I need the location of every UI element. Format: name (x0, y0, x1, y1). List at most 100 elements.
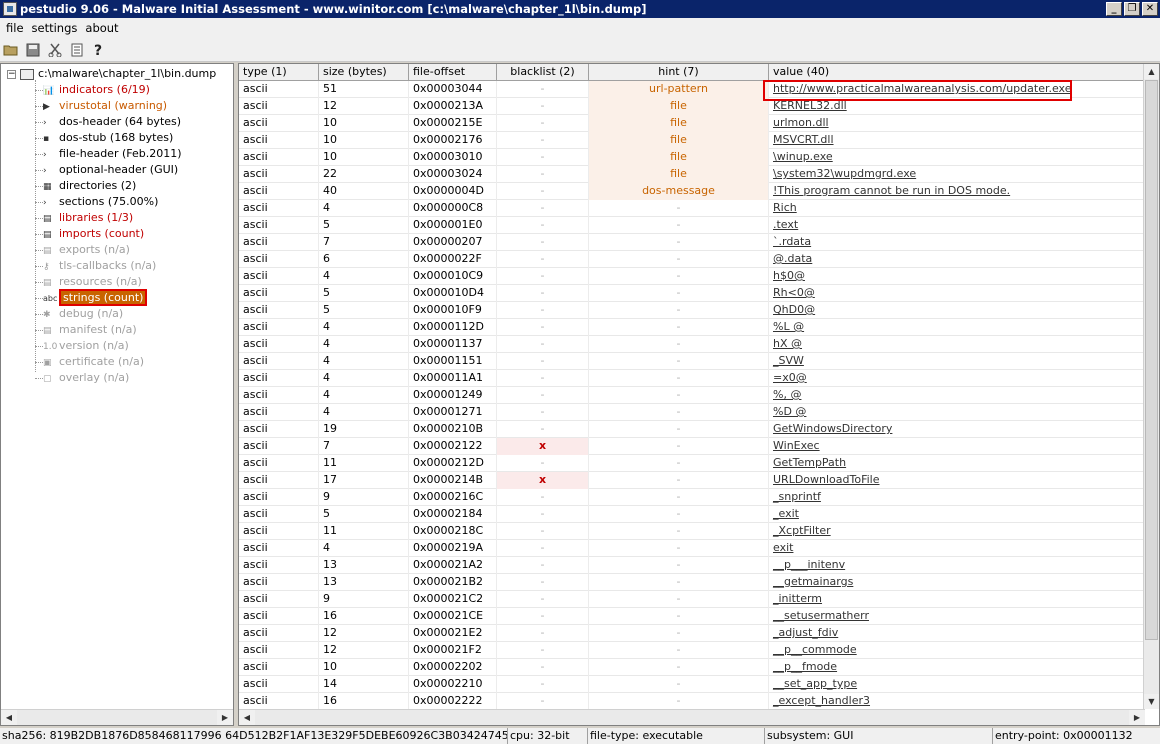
column-type[interactable]: type (1) (239, 64, 319, 81)
table-row[interactable]: ascii 9 0x000021C2- - _initterm (239, 591, 1145, 608)
table-row[interactable]: ascii 17 0x0000214B x - URLDownloadToFile (239, 472, 1145, 489)
tree-item-label: libraries (1/3) (59, 211, 134, 224)
table-row[interactable]: ascii 4 0x0000219A - - exit (239, 540, 1145, 557)
tree-item-sections[interactable]: › sections (75.00%) (43, 194, 158, 210)
table-row[interactable]: ascii 4 0x00001137- - hX @ (239, 336, 1145, 353)
table-row[interactable]: ascii 22 0x00003024- file \system32\wupdmgrd… (239, 166, 1145, 183)
column-size[interactable]: size (bytes) (319, 64, 409, 81)
cell-value: _exit (769, 506, 1145, 523)
string-value: _adjust_fdiv (773, 626, 839, 639)
tree-item-manifest[interactable]: ▤ manifest (n/a) (43, 322, 137, 338)
table-row[interactable]: ascii 16 0x000021CE - - __setusermatherr (239, 608, 1145, 625)
scroll-right-icon[interactable]: ▶ (217, 710, 233, 725)
tree-item-imports[interactable]: ▤ imports (count) (43, 226, 144, 242)
scroll-left-icon[interactable]: ◀ (1, 710, 17, 725)
table-row[interactable]: ascii 11 0x0000218C - - _XcptFilter (239, 523, 1145, 540)
table-row[interactable]: ascii 4 0x00001249- -%, @ (239, 387, 1145, 404)
table-row[interactable]: ascii 4 0x000010C9- - h$0@ (239, 268, 1145, 285)
tree-item-resources[interactable]: ▤ resources (n/a) (43, 274, 142, 290)
tree-item-indicators[interactable]: 📊 indicators (6/19) (43, 82, 150, 98)
minimize-button[interactable]: _ (1106, 2, 1122, 16)
tree-item-exports[interactable]: ▤ exports (n/a) (43, 242, 130, 258)
tree-item-libraries[interactable]: ▤ libraries (1/3) (43, 210, 133, 226)
tree-root[interactable]: − c:\malware\chapter_1l\bin.dump (7, 66, 216, 82)
tree-line (35, 314, 43, 315)
table-row[interactable]: ascii 4 0x000000C8- - Rich (239, 200, 1145, 217)
save-icon[interactable] (24, 41, 42, 59)
tree-item-dos-stub[interactable]: ▪ dos-stub (168 bytes) (43, 130, 173, 146)
table-row[interactable]: ascii 5 0x000010F9- - QhD0@ (239, 302, 1145, 319)
tree-horizontal-scrollbar[interactable]: ◀ ▶ (1, 709, 233, 725)
window-title: pestudio 9.06 - Malware Initial Assessme… (20, 2, 647, 16)
cell-hint: - (589, 693, 769, 710)
scroll-right-icon[interactable]: ▶ (1129, 710, 1145, 725)
table-row[interactable]: ascii 4 0x00001271- - %D @ (239, 404, 1145, 421)
tree-item-virustotal[interactable]: ▶ virustotal (warning) (43, 98, 167, 114)
tree-item-overlay[interactable]: ▢ overlay (n/a) (43, 370, 129, 386)
tree-item-strings[interactable]: abc strings (count) (43, 289, 148, 306)
table-row[interactable]: ascii 10 0x00002202- - __p__fmode (239, 659, 1145, 676)
scroll-down-icon[interactable]: ▼ (1144, 694, 1159, 709)
column-file-offset[interactable]: file-offset (409, 64, 497, 81)
table-row[interactable]: ascii 16 0x00002222- - _except_handler3 (239, 693, 1145, 710)
table-row[interactable]: ascii 40 0x0000004D - dos-message !This progr… (239, 183, 1145, 200)
tree-item-version[interactable]: 1.0 version (n/a) (43, 338, 129, 354)
properties-icon[interactable] (68, 41, 86, 59)
table-row[interactable]: ascii 10 0x0000215E - file urlmon.dll (239, 115, 1145, 132)
table-row[interactable]: ascii 13 0x000021A2- - __p___initenv (239, 557, 1145, 574)
table-row[interactable]: ascii 7 0x00002122 x - WinExec (239, 438, 1145, 455)
tree-line (35, 378, 43, 379)
column-hint[interactable]: hint (7) (589, 64, 769, 81)
table-row[interactable]: ascii 4 0x000011A1- - =x0@ (239, 370, 1145, 387)
tree-item-debug[interactable]: ✱ debug (n/a) (43, 306, 123, 322)
scroll-left-icon[interactable]: ◀ (239, 710, 255, 725)
table-row[interactable]: ascii 13 0x000021B2- - __getmainargs (239, 574, 1145, 591)
menu-file[interactable]: file (2, 21, 28, 35)
table-row[interactable]: ascii 51 0x00003044- url-pattern http://www.… (239, 81, 1145, 98)
scroll-thumb[interactable] (1145, 80, 1158, 640)
tree-item-label: virustotal (warning) (59, 99, 168, 112)
restore-button[interactable]: ❐ (1124, 2, 1140, 16)
table-row[interactable]: ascii 19 0x0000210B - - GetWindowsDirectory (239, 421, 1145, 438)
table-row[interactable]: ascii 5 0x000010D4- - Rh<0@ (239, 285, 1145, 302)
string-value: _initterm (773, 592, 823, 605)
cell-blacklist: - (497, 234, 589, 251)
tree-item-certificate[interactable]: ▣ certificate (n/a) (43, 354, 144, 370)
tree-item-file-header[interactable]: › file-header (Feb.2011) (43, 146, 182, 162)
open-folder-icon[interactable] (2, 41, 20, 59)
table-row[interactable]: ascii 11 0x0000212D - - GetTempPath (239, 455, 1145, 472)
cut-icon[interactable] (46, 41, 64, 59)
string-value: %, @ (773, 388, 802, 401)
table-horizontal-scrollbar[interactable]: ◀ ▶ (239, 709, 1145, 725)
cell-file-offset: 0x0000215E (409, 115, 497, 132)
table-row[interactable]: ascii 12 0x000021E2- - _adjust_fdiv (239, 625, 1145, 642)
table-row[interactable]: ascii 5 0x000001E0- - .text (239, 217, 1145, 234)
column-blacklist[interactable]: blacklist (2) (497, 64, 589, 81)
table-row[interactable]: ascii 12 0x000021F2- - __p__commode (239, 642, 1145, 659)
tree-item-label: dos-header (64 bytes) (59, 115, 182, 128)
close-button[interactable]: ✕ (1142, 2, 1158, 16)
tree-item-dos-header[interactable]: › dos-header (64 bytes) (43, 114, 181, 130)
table-row[interactable]: ascii 5 0x00002184- - _exit (239, 506, 1145, 523)
column-value[interactable]: value (40) (769, 64, 1145, 81)
table-row[interactable]: ascii 6 0x0000022F - - @.data (239, 251, 1145, 268)
table-row[interactable]: ascii 4 0x00001151- - _SVW (239, 353, 1145, 370)
table-row[interactable]: ascii 7 0x00000207- - `.rdata (239, 234, 1145, 251)
tree-item-directories[interactable]: ▦ directories (2) (43, 178, 136, 194)
collapse-icon[interactable]: − (7, 69, 16, 79)
tree-item-optional-header[interactable]: › optional-header (GUI) (43, 162, 178, 178)
cell-type: ascii (239, 336, 319, 353)
table-vertical-scrollbar[interactable]: ▲ ▼ (1143, 64, 1159, 709)
table-row[interactable]: ascii 12 0x0000213A - file KERNEL32.dll (239, 98, 1145, 115)
help-icon[interactable]: ? (90, 41, 108, 59)
table-row[interactable]: ascii 14 0x00002210- - __set_app_type (239, 676, 1145, 693)
menu-about[interactable]: about (81, 21, 122, 35)
tree-item-tls-callbacks[interactable]: ⚷ tls-callbacks (n/a) (43, 258, 156, 274)
menu-settings[interactable]: settings (28, 21, 82, 35)
cell-blacklist: - (497, 370, 589, 387)
scroll-up-icon[interactable]: ▲ (1144, 64, 1159, 79)
table-row[interactable]: ascii 10 0x00002176- file MSVCRT.dll (239, 132, 1145, 149)
table-row[interactable]: ascii 4 0x0000112D - - %L @ (239, 319, 1145, 336)
table-row[interactable]: ascii 10 0x00003010- file \winup.exe (239, 149, 1145, 166)
table-row[interactable]: ascii 9 0x0000216C - - _snprintf (239, 489, 1145, 506)
